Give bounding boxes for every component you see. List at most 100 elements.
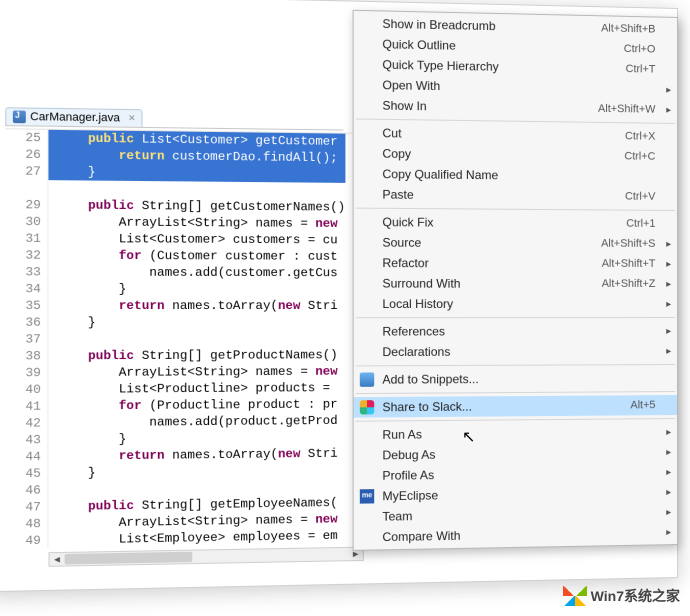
menu-item-label: Copy <box>382 146 624 163</box>
chevron-right-icon: ▸ <box>666 487 671 498</box>
horizontal-scrollbar[interactable]: ◄ ► <box>48 547 363 567</box>
mouse-cursor-icon: ↖ <box>462 427 475 447</box>
code-text[interactable]: public List<Customer> getCustomer return… <box>48 130 345 548</box>
code-line[interactable]: ArrayList<String> names = new <box>57 363 345 381</box>
line-number: 48 <box>5 516 41 533</box>
menu-item-label: Source <box>382 235 601 250</box>
close-icon[interactable]: × <box>124 112 135 125</box>
code-line[interactable]: public String[] getProductNames() <box>57 347 345 365</box>
chevron-right-icon: ▸ <box>666 467 671 478</box>
line-number: 31 <box>5 230 41 247</box>
menu-separator <box>356 208 675 211</box>
menu-item-accelerator: Alt+Shift+B <box>601 22 655 35</box>
menu-item-accelerator: Alt+Shift+T <box>602 258 656 270</box>
chevron-right-icon: ▸ <box>666 298 671 309</box>
watermark: Win7系统之家 <box>563 586 680 606</box>
line-number: 30 <box>5 213 41 230</box>
line-number: 27 <box>5 163 41 180</box>
menu-item-label: Copy Qualified Name <box>382 167 655 184</box>
chevron-right-icon: ▸ <box>666 104 671 115</box>
menu-item-share-to-slack[interactable]: Share to Slack...Alt+5 <box>354 395 677 418</box>
menu-item-refactor[interactable]: RefactorAlt+Shift+T▸ <box>354 253 677 274</box>
menu-item-label: Share to Slack... <box>382 398 630 414</box>
chevron-right-icon: ▸ <box>666 326 671 337</box>
code-line[interactable]: public String[] getCustomerNames() <box>57 197 345 216</box>
code-line[interactable]: } <box>48 163 345 183</box>
chevron-right-icon: ▸ <box>666 84 671 95</box>
line-number: 49 <box>5 532 41 548</box>
java-file-icon <box>13 110 26 123</box>
line-number: 46 <box>5 482 41 499</box>
code-line[interactable]: return names.toArray(new Stri <box>57 445 345 465</box>
scroll-left-icon[interactable]: ◄ <box>50 553 65 566</box>
menu-item-label: Run As <box>382 425 655 442</box>
line-number: 25 <box>5 129 41 146</box>
menu-item-paste[interactable]: PasteCtrl+V <box>354 184 677 207</box>
menu-item-quick-fix[interactable]: Quick FixCtrl+1 <box>354 212 677 234</box>
menu-item-label: Surround With <box>382 276 601 291</box>
line-number <box>5 180 41 197</box>
code-line[interactable]: names.add(product.getProd <box>57 413 345 432</box>
line-number: 26 <box>5 146 41 163</box>
menu-item-label: Local History <box>382 297 655 311</box>
code-line[interactable]: List<Customer> customers = cu <box>57 230 345 248</box>
code-line[interactable]: List<Employee> employees = em <box>57 527 345 548</box>
menu-item-add-to-snippets[interactable]: Add to Snippets... <box>354 368 677 390</box>
windows-logo-icon <box>563 586 587 606</box>
menu-item-accelerator: Alt+Shift+W <box>598 103 655 116</box>
menu-item-accelerator: Ctrl+X <box>625 130 655 142</box>
code-line[interactable]: List<Productline> products = <box>57 380 345 398</box>
menu-separator <box>356 317 675 318</box>
ide-window: CarManager.java × 2526272930313233343536… <box>0 0 678 592</box>
menu-separator <box>356 418 675 422</box>
menu-item-source[interactable]: SourceAlt+Shift+S▸ <box>354 232 677 254</box>
menu-item-local-history[interactable]: Local History ▸ <box>354 294 677 314</box>
line-number: 33 <box>5 264 41 281</box>
menu-item-accelerator: Alt+Shift+Z <box>602 278 656 290</box>
menu-item-surround-with[interactable]: Surround WithAlt+Shift+Z ▸ <box>354 273 677 294</box>
menu-item-show-in[interactable]: Show InAlt+Shift+W▸ <box>354 95 677 120</box>
menu-separator <box>356 391 675 394</box>
menu-item-label: MyEclipse <box>382 485 655 503</box>
me-icon: me <box>360 489 374 504</box>
menu-item-label: Cut <box>382 126 625 143</box>
code-line[interactable]: } <box>57 281 345 298</box>
code-editor[interactable]: 2526272930313233343536373839404142434445… <box>5 128 364 549</box>
editor-tab-carmanager[interactable]: CarManager.java × <box>5 107 142 127</box>
menu-item-label: Quick Outline <box>382 37 623 56</box>
menu-item-declarations[interactable]: Declarations▸ <box>354 341 677 362</box>
code-line[interactable]: ArrayList<String> names = new <box>57 214 345 232</box>
context-menu: Show in BreadcrumbAlt+Shift+B Quick Outli… <box>353 10 678 551</box>
line-number: 36 <box>5 314 41 331</box>
menu-item-label: Team <box>382 505 655 523</box>
code-line[interactable]: } <box>57 314 345 331</box>
menu-item-label: References <box>382 324 655 339</box>
menu-item-label: Open With <box>382 78 655 97</box>
scroll-thumb[interactable] <box>65 552 193 565</box>
line-number: 43 <box>5 432 41 449</box>
line-number: 29 <box>5 197 41 214</box>
menu-item-references[interactable]: References ▸ <box>354 321 677 342</box>
line-number: 47 <box>5 499 41 516</box>
menu-item-accelerator: Ctrl+C <box>624 150 655 162</box>
line-number: 41 <box>5 398 41 415</box>
code-line[interactable] <box>57 331 345 348</box>
menu-item-compare-with[interactable]: Compare With▸ <box>354 522 677 548</box>
watermark-brand: Win7系统之家 <box>591 588 680 604</box>
editor-tabbar: CarManager.java × <box>5 107 343 130</box>
line-number: 37 <box>5 331 41 348</box>
menu-item-label: Show in Breadcrumb <box>382 17 601 36</box>
menu-item-label: Refactor <box>382 256 601 271</box>
line-number: 35 <box>5 297 41 314</box>
menu-item-label: Quick Type Hierarchy <box>382 57 625 76</box>
menu-item-label: Paste <box>382 187 625 203</box>
code-line[interactable]: return names.toArray(new Stri <box>57 298 345 315</box>
line-number: 38 <box>5 348 41 365</box>
line-number: 39 <box>5 365 41 382</box>
menu-item-accelerator: Ctrl+V <box>625 191 655 203</box>
code-line[interactable]: for (Customer customer : cust <box>57 247 345 265</box>
line-number: 34 <box>5 281 41 298</box>
code-line[interactable]: names.add(customer.getCus <box>57 264 345 281</box>
chevron-right-icon: ▸ <box>666 278 671 289</box>
chevron-right-icon: ▸ <box>666 238 671 249</box>
